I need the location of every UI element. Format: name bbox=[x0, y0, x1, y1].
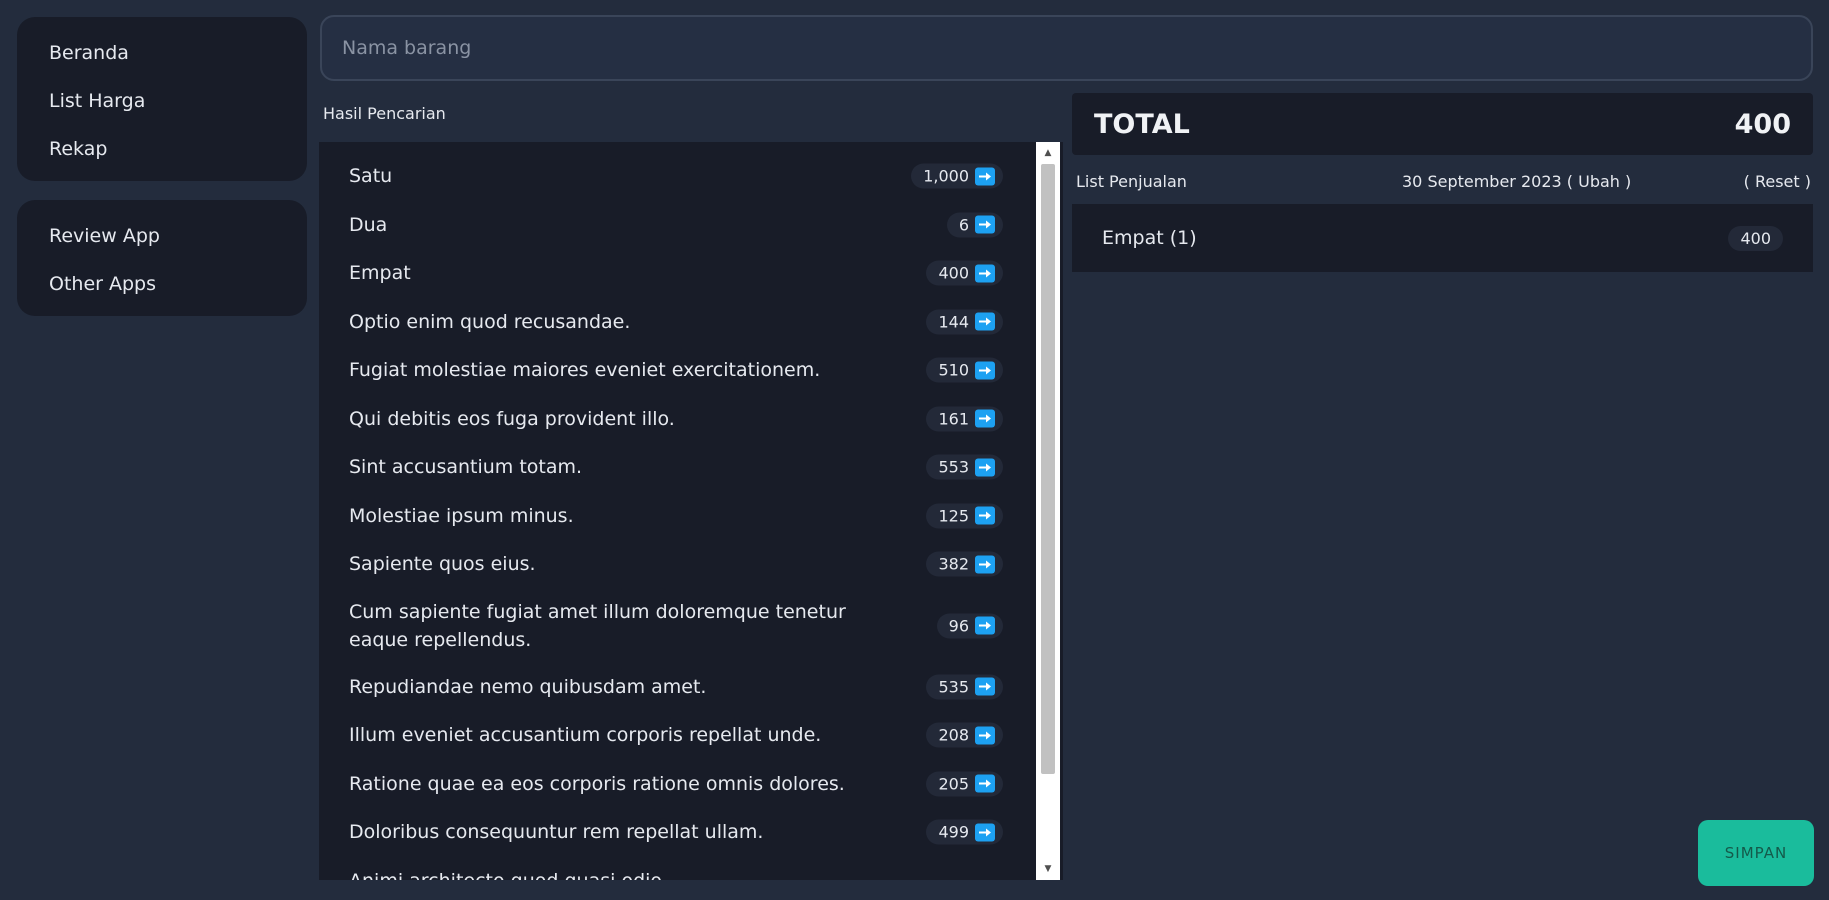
search-input[interactable] bbox=[322, 17, 1811, 79]
result-row[interactable]: Sapiente quos eius. 382 bbox=[319, 540, 1063, 589]
result-row[interactable]: Qui debitis eos fuga provident illo. 161 bbox=[319, 395, 1063, 444]
result-row[interactable]: Cum sapiente fugiat amet illum doloremqu… bbox=[319, 589, 1063, 663]
result-row[interactable]: Molestiae ipsum minus. 125 bbox=[319, 492, 1063, 541]
result-row[interactable]: Fugiat molestiae maiores eveniet exercit… bbox=[319, 346, 1063, 395]
result-name: Molestiae ipsum minus. bbox=[349, 504, 574, 527]
nav-item-beranda[interactable]: Beranda bbox=[17, 29, 307, 77]
add-to-cart-icon[interactable] bbox=[975, 361, 995, 380]
sales-date-link[interactable]: 30 September 2023 ( Ubah ) bbox=[1402, 172, 1631, 191]
save-button[interactable]: SIMPAN bbox=[1698, 820, 1814, 886]
sales-list: Empat (1) 400 bbox=[1072, 204, 1813, 272]
price-pill: 553 bbox=[926, 454, 1003, 480]
add-to-cart-icon[interactable] bbox=[975, 677, 995, 696]
nav-item-rekap[interactable]: Rekap bbox=[17, 125, 307, 173]
price-pill: 205 bbox=[926, 771, 1003, 797]
add-to-cart-icon[interactable] bbox=[975, 458, 995, 477]
price-pill: 208 bbox=[926, 722, 1003, 748]
add-to-cart-icon[interactable] bbox=[975, 409, 995, 428]
main-nav: Beranda List Harga Rekap bbox=[17, 17, 307, 181]
total-label: TOTAL bbox=[1094, 108, 1190, 140]
price-pill: 125 bbox=[926, 503, 1003, 529]
result-price: 144 bbox=[938, 312, 969, 332]
result-row[interactable]: Doloribus consequuntur rem repellat ulla… bbox=[319, 808, 1063, 857]
price-pill: 144 bbox=[926, 309, 1003, 335]
result-price: 510 bbox=[938, 360, 969, 380]
result-row[interactable]: Empat 400 bbox=[319, 249, 1063, 298]
sale-item-price: 400 bbox=[1728, 225, 1783, 251]
nav-item-list-harga[interactable]: List Harga bbox=[17, 77, 307, 125]
result-price: 205 bbox=[938, 774, 969, 794]
price-pill: 400 bbox=[926, 260, 1003, 286]
total-box: TOTAL 400 bbox=[1072, 93, 1813, 155]
result-row[interactable]: Sint accusantium totam. 553 bbox=[319, 443, 1063, 492]
result-name: Optio enim quod recusandae. bbox=[349, 310, 631, 333]
price-pill: 499 bbox=[926, 819, 1003, 845]
result-name: Sapiente quos eius. bbox=[349, 553, 536, 576]
results-list: Satu 1,000 Dua 6 Empat 400 Optio enim quod rec… bbox=[319, 142, 1063, 880]
search-box bbox=[320, 15, 1813, 81]
result-price: 1,000 bbox=[923, 166, 969, 186]
result-name: Doloribus consequuntur rem repellat ulla… bbox=[349, 821, 764, 844]
add-to-cart-icon[interactable] bbox=[975, 264, 995, 283]
result-name: Cum sapiente fugiat amet illum doloremqu… bbox=[349, 600, 846, 651]
price-pill: 6 bbox=[946, 212, 1003, 238]
secondary-nav: Review App Other Apps bbox=[17, 200, 307, 316]
sales-title: List Penjualan bbox=[1076, 172, 1187, 191]
price-pill: 1,000 bbox=[911, 163, 1003, 189]
result-name: Satu bbox=[349, 165, 393, 188]
add-to-cart-icon[interactable] bbox=[975, 506, 995, 525]
result-row[interactable]: Optio enim quod recusandae. 144 bbox=[319, 298, 1063, 347]
result-name: Ratione quae ea eos corporis ratione omn… bbox=[349, 772, 845, 795]
result-name: Animi architecto quod quasi odio. bbox=[349, 867, 668, 880]
price-pill: 382 bbox=[926, 551, 1003, 577]
add-to-cart-icon[interactable] bbox=[975, 312, 995, 331]
result-row[interactable]: Animi architecto quod quasi odio. bbox=[319, 857, 1063, 880]
sale-item[interactable]: Empat (1) 400 bbox=[1072, 204, 1813, 272]
result-row[interactable]: Satu 1,000 bbox=[319, 152, 1063, 201]
scroll-up-icon[interactable]: ▲ bbox=[1036, 144, 1060, 162]
result-price: 6 bbox=[958, 215, 969, 235]
add-to-cart-icon[interactable] bbox=[975, 215, 995, 234]
result-price: 125 bbox=[938, 506, 969, 526]
result-price: 161 bbox=[938, 409, 969, 429]
add-to-cart-icon[interactable] bbox=[975, 555, 995, 574]
price-pill: 96 bbox=[936, 613, 1003, 638]
scroll-down-icon[interactable]: ▼ bbox=[1036, 860, 1060, 878]
result-row[interactable]: Ratione quae ea eos corporis ratione omn… bbox=[319, 760, 1063, 809]
result-name: Dua bbox=[349, 213, 388, 236]
result-name: Qui debitis eos fuga provident illo. bbox=[349, 407, 675, 430]
add-to-cart-icon[interactable] bbox=[975, 726, 995, 745]
results-heading: Hasil Pencarian bbox=[323, 104, 446, 123]
nav-item-review-app[interactable]: Review App bbox=[17, 212, 307, 260]
result-name: Illum eveniet accusantium corporis repel… bbox=[349, 724, 822, 747]
add-to-cart-icon[interactable] bbox=[975, 774, 995, 793]
result-name: Fugiat molestiae maiores eveniet exercit… bbox=[349, 359, 821, 382]
result-price: 400 bbox=[938, 263, 969, 283]
result-name: Sint accusantium totam. bbox=[349, 456, 583, 479]
add-to-cart-icon[interactable] bbox=[975, 616, 995, 635]
result-price: 382 bbox=[938, 554, 969, 574]
total-value: 400 bbox=[1734, 108, 1791, 140]
result-price: 553 bbox=[938, 457, 969, 477]
result-price: 96 bbox=[948, 616, 969, 635]
result-row[interactable]: Illum eveniet accusantium corporis repel… bbox=[319, 711, 1063, 760]
price-pill: 161 bbox=[926, 406, 1003, 432]
result-price: 208 bbox=[938, 725, 969, 745]
reset-link[interactable]: ( Reset ) bbox=[1744, 172, 1811, 191]
result-name: Repudiandae nemo quibusdam amet. bbox=[349, 675, 707, 698]
nav-item-other-apps[interactable]: Other Apps bbox=[17, 260, 307, 308]
result-row[interactable]: Dua 6 bbox=[319, 201, 1063, 250]
scroll-thumb[interactable] bbox=[1041, 164, 1055, 774]
price-pill: 510 bbox=[926, 357, 1003, 383]
sale-item-name: Empat (1) bbox=[1102, 227, 1197, 249]
price-pill: 535 bbox=[926, 674, 1003, 700]
result-row[interactable]: Repudiandae nemo quibusdam amet. 535 bbox=[319, 663, 1063, 712]
add-to-cart-icon[interactable] bbox=[975, 823, 995, 842]
result-name: Empat bbox=[349, 262, 411, 285]
results-panel: Satu 1,000 Dua 6 Empat 400 Optio enim quod rec… bbox=[319, 142, 1063, 880]
add-to-cart-icon[interactable] bbox=[975, 167, 995, 186]
result-price: 499 bbox=[938, 822, 969, 842]
result-price: 535 bbox=[938, 677, 969, 697]
results-scrollbar[interactable]: ▲ ▼ bbox=[1036, 142, 1060, 880]
